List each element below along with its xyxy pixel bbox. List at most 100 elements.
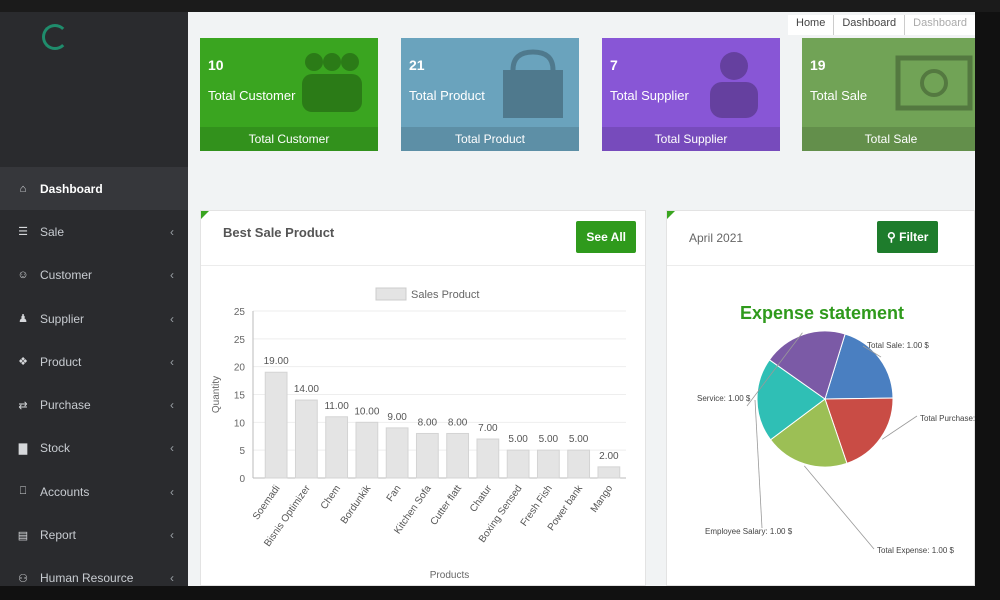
stat-card-total-customer[interactable]: 10 Total Customer Total Customer xyxy=(200,38,378,151)
x-tick-label: Soemadi xyxy=(251,483,283,522)
y-tick-label: 5 xyxy=(239,446,245,457)
sidebar-item-label: Report xyxy=(40,528,77,543)
sidebar-item-label: Human Resource xyxy=(40,571,134,586)
sidebar-nav: ⌂ Dashboard ☰ Sale ‹ ☺ Customer ‹ ♟ Supplier ‹ ❖ Pro… xyxy=(0,167,188,586)
y-tick-label: 20 xyxy=(234,363,246,374)
bar xyxy=(385,427,409,479)
bar-value-label: 9.00 xyxy=(387,412,407,423)
bar xyxy=(355,421,379,479)
sidebar-item-sale[interactable]: ☰ Sale ‹ xyxy=(0,210,188,253)
breadcrumb-current: Dashboard xyxy=(904,15,975,35)
chevron-left-icon: ‹ xyxy=(170,311,174,326)
stock-icon: ▇ xyxy=(18,442,28,455)
bar-value-label: 19.00 xyxy=(264,356,289,367)
filter-button[interactable]: ⚲ Filter xyxy=(877,221,939,253)
main-content: Home Dashboard Dashboard 10 Total Custome… xyxy=(188,12,975,586)
stat-card-total-sale[interactable]: 19 Total Sale Total Sale xyxy=(802,38,975,151)
bar xyxy=(567,449,591,479)
stat-value: 7 xyxy=(610,57,618,73)
sidebar-item-purchase[interactable]: ⇄ Purchase ‹ xyxy=(0,383,188,426)
bar-value-label: 5.00 xyxy=(569,434,589,445)
stat-card-total-supplier[interactable]: 7 Total Supplier Total Supplier xyxy=(602,38,780,151)
pie-slice-label: Service: 1.00 $ xyxy=(697,394,751,403)
stat-footer-link[interactable]: Total Product xyxy=(401,127,579,151)
bar-value-label: 5.00 xyxy=(508,434,528,445)
chevron-left-icon: ‹ xyxy=(170,268,174,283)
bar xyxy=(294,399,318,479)
app-screen: ⌂ Dashboard ☰ Sale ‹ ☺ Customer ‹ ♟ Supplier ‹ ❖ Pro… xyxy=(0,12,975,586)
pie-leader-line xyxy=(804,465,875,550)
bar xyxy=(536,449,560,479)
bar-value-label: 10.00 xyxy=(354,406,379,417)
chevron-left-icon: ‹ xyxy=(170,354,174,369)
y-tick-label: 0 xyxy=(239,474,245,485)
bar xyxy=(325,416,349,479)
sidebar-item-dashboard[interactable]: ⌂ Dashboard xyxy=(0,167,188,211)
pie-slice-label: Total Sale: 1.00 $ xyxy=(867,341,929,350)
x-tick-label: Mango xyxy=(589,483,616,515)
user-icon xyxy=(710,52,758,118)
chevron-left-icon: ‹ xyxy=(170,484,174,499)
accounts-icon: ⎕ xyxy=(19,485,27,498)
pie-slice-label: Total Expense: 1.00 $ xyxy=(877,546,954,555)
expense-header: April 2021 ⚲ Filter xyxy=(667,211,974,266)
stat-label: Total Customer xyxy=(208,88,296,103)
chevron-left-icon: ‹ xyxy=(170,398,174,413)
stat-value: 10 xyxy=(208,57,224,73)
sidebar-item-label: Purchase xyxy=(40,398,91,413)
breadcrumb-home[interactable]: Home xyxy=(788,15,834,35)
bar xyxy=(476,438,500,479)
stat-footer-link[interactable]: Total Customer xyxy=(200,127,378,151)
sidebar-item-report[interactable]: ▤ Report ‹ xyxy=(0,513,188,556)
month-picker[interactable]: April 2021 xyxy=(689,231,743,245)
supplier-icon: ♟ xyxy=(18,313,28,326)
stat-footer-link[interactable]: Total Supplier xyxy=(602,127,780,151)
customer-icon: ☺ xyxy=(17,269,29,282)
sidebar-item-stock[interactable]: ▇ Stock ‹ xyxy=(0,427,188,470)
sidebar-item-label: Supplier xyxy=(40,311,85,326)
sidebar-item-product[interactable]: ❖ Product ‹ xyxy=(0,340,188,383)
legend-swatch xyxy=(375,287,407,301)
stat-footer-link[interactable]: Total Sale xyxy=(802,127,975,151)
sidebar-item-label: Dashboard xyxy=(40,181,103,196)
stat-value: 19 xyxy=(810,57,826,73)
chevron-left-icon: ‹ xyxy=(170,441,174,456)
sidebar-item-accounts[interactable]: ⎕ Accounts ‹ xyxy=(0,470,188,513)
sidebar-item-label: Product xyxy=(40,354,82,369)
see-all-button[interactable]: See All xyxy=(576,221,636,253)
y-tick-label: 25 xyxy=(234,307,246,318)
sidebar-item-label: Stock xyxy=(40,441,71,456)
pie-title: Expense statement xyxy=(740,303,904,323)
breadcrumb-dashboard[interactable]: Dashboard xyxy=(833,15,905,35)
x-tick-label: Chatur xyxy=(468,483,495,514)
expense-pie-chart: Expense statement Total Sale: 1.00 $ Total… xyxy=(697,303,975,555)
sidebar-item-supplier[interactable]: ♟ Supplier ‹ xyxy=(0,297,188,340)
bar-value-label: 14.00 xyxy=(294,384,319,395)
bar xyxy=(597,466,621,479)
pie-slice-label: Total Purchase: 1.00 $ xyxy=(920,414,975,423)
sidebar-item-customer[interactable]: ☺ Customer ‹ xyxy=(0,254,188,297)
sale-icon: ☰ xyxy=(18,226,28,239)
breadcrumb: Home Dashboard Dashboard xyxy=(788,15,975,35)
bar xyxy=(446,432,470,479)
y-tick-label: 10 xyxy=(234,418,246,429)
filter-button-label: Filter xyxy=(899,230,929,244)
dashboard-icon: ⌂ xyxy=(19,182,27,195)
sidebar-item-human-resource[interactable]: ⚇ Human Resource ‹ xyxy=(0,557,188,586)
stat-card-total-product[interactable]: 21 Total Product Total Product xyxy=(401,38,579,151)
x-tick-label: Fan xyxy=(385,483,404,503)
best-sale-title: Best Sale Product xyxy=(223,225,335,240)
window-frame xyxy=(0,0,1000,12)
y-tick-label: 15 xyxy=(234,391,246,402)
human-resource-icon: ⚇ xyxy=(18,572,28,585)
x-tick-label: Bordunkik xyxy=(339,483,374,527)
best-sale-header: Best Sale Product See All xyxy=(201,211,645,266)
bar-value-label: 11.00 xyxy=(324,401,349,412)
purchase-icon: ⇄ xyxy=(18,399,28,412)
bar xyxy=(264,371,288,479)
chevron-left-icon: ‹ xyxy=(170,571,174,586)
best-sale-panel: Best Sale Product See All Sales Product 0… xyxy=(200,210,646,586)
app-logo xyxy=(38,18,158,58)
stat-label: Total Product xyxy=(409,88,485,103)
legend-label: Sales Product xyxy=(411,289,479,301)
